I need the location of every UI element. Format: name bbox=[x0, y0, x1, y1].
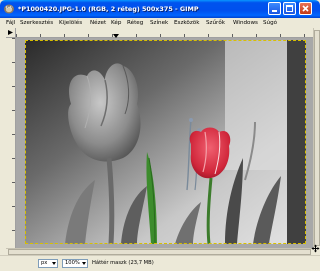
image-canvas[interactable] bbox=[16, 38, 313, 248]
menu-windows[interactable]: Windows bbox=[233, 19, 258, 27]
menu-image[interactable]: Kép bbox=[111, 19, 121, 27]
zoom-value: 100% bbox=[65, 260, 80, 266]
menu-bar: Fájl Szerkesztés Kijelölés Nézet Kép Rét… bbox=[0, 18, 320, 28]
menu-select[interactable]: Kijelölés bbox=[59, 19, 82, 27]
chevron-down-icon bbox=[52, 262, 56, 265]
vertical-ruler[interactable] bbox=[6, 38, 16, 248]
title-bar[interactable]: *P1000420.JPG-1.0 (RGB, 2 réteg) 500x375… bbox=[0, 0, 320, 18]
menu-arrow-icon bbox=[8, 30, 13, 35]
unit-value: px bbox=[41, 260, 48, 266]
unit-select[interactable]: px bbox=[38, 259, 58, 268]
minimize-icon bbox=[272, 10, 277, 12]
vertical-scroll-thumb[interactable] bbox=[314, 30, 320, 246]
chevron-down-icon bbox=[82, 262, 86, 265]
status-message: Háttér maszk (23,7 MB) bbox=[92, 260, 154, 266]
maximize-button[interactable] bbox=[283, 2, 296, 15]
menu-layer[interactable]: Réteg bbox=[127, 19, 143, 27]
gimp-window: *P1000420.JPG-1.0 (RGB, 2 réteg) 500x375… bbox=[0, 0, 320, 271]
tulip-photo bbox=[25, 40, 306, 244]
horizontal-ruler[interactable] bbox=[16, 28, 313, 38]
menu-view[interactable]: Nézet bbox=[90, 19, 106, 27]
close-button[interactable] bbox=[299, 2, 312, 15]
ruler-corner[interactable] bbox=[6, 28, 16, 38]
window-title: *P1000420.JPG-1.0 (RGB, 2 réteg) 500x375… bbox=[18, 5, 199, 13]
vertical-scrollbar[interactable] bbox=[313, 28, 320, 248]
close-icon bbox=[302, 5, 309, 12]
status-bar: px 100% Háttér maszk (23,7 MB) bbox=[0, 255, 320, 271]
menu-edit[interactable]: Szerkesztés bbox=[20, 19, 53, 27]
zoom-select[interactable]: 100% bbox=[62, 259, 88, 268]
gimp-app-icon[interactable] bbox=[3, 2, 15, 14]
menu-colors[interactable]: Színek bbox=[150, 19, 168, 27]
navigate-icon[interactable] bbox=[311, 244, 320, 253]
menu-tools[interactable]: Eszközök bbox=[174, 19, 199, 27]
menu-file[interactable]: Fájl bbox=[6, 19, 15, 27]
horizontal-scrollbar[interactable] bbox=[6, 248, 313, 255]
minimize-button[interactable] bbox=[268, 2, 281, 15]
menu-filters[interactable]: Szűrők bbox=[206, 19, 225, 27]
menu-help[interactable]: Súgó bbox=[263, 19, 277, 27]
maximize-icon bbox=[286, 5, 293, 12]
